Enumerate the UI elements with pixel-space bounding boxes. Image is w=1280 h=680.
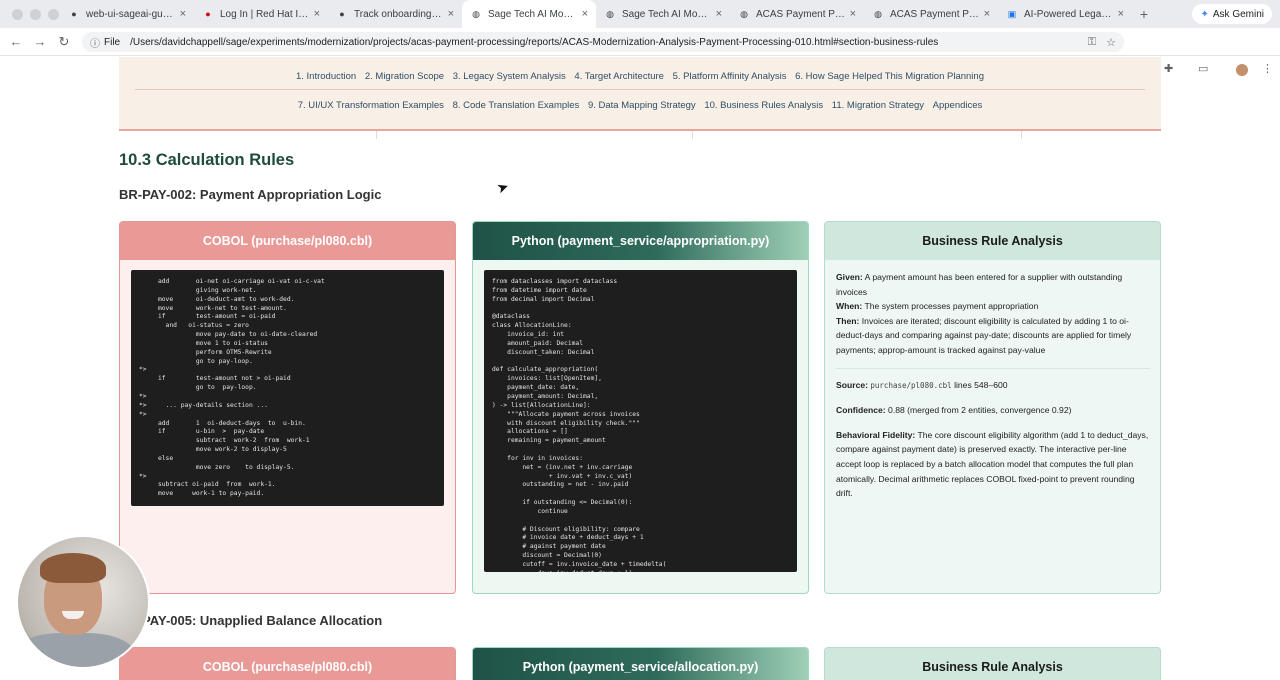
info-icon[interactable]: ⓘ <box>90 35 100 50</box>
globe-icon: ◍ <box>874 8 882 19</box>
cobol-card: COBOL (purchase/pl080.cbl) add oi-net oi… <box>119 221 456 594</box>
browser-tab[interactable]: ● web-ui-sageai-guy-de × <box>60 0 194 28</box>
browser-tab[interactable]: ◍ACAS Payment Proces× <box>864 0 998 28</box>
maximize-window-icon[interactable] <box>48 8 59 20</box>
browser-tab[interactable]: ● Track onboarding by h × <box>328 0 462 28</box>
close-tab-icon[interactable]: × <box>716 8 722 20</box>
redhat-icon: ● <box>205 9 211 19</box>
analysis-card: Business Rule Analysis Given: A payment … <box>824 221 1161 594</box>
browser-tab[interactable]: ▣ AI-Powered Legacy M × <box>998 0 1132 28</box>
section-nav: 1. Introduction 2. Migration Scope 3. Le… <box>119 57 1161 131</box>
page-content: 1. Introduction 2. Migration Scope 3. Le… <box>0 57 1280 680</box>
nav-link[interactable]: Appendices <box>933 100 983 111</box>
back-icon[interactable]: ← <box>4 34 28 49</box>
window-controls <box>0 8 60 20</box>
cobol-card: COBOL (purchase/pl080.cbl) <box>119 647 456 680</box>
rule-heading: BR-PAY-002: Payment Appropriation Logic <box>119 187 382 202</box>
globe-icon: ◍ <box>472 8 480 19</box>
browser-tab[interactable]: ◍Sage Tech AI Moderniz× <box>596 0 730 28</box>
nav-link[interactable]: 8. Code Translation Examples <box>453 100 580 111</box>
cobol-card-header: COBOL (purchase/pl080.cbl) <box>120 222 455 260</box>
analysis-card-header: Business Rule Analysis <box>825 648 1160 680</box>
close-tab-icon[interactable]: × <box>850 8 856 20</box>
ask-gemini-button[interactable]: ✦ Ask Gemini <box>1192 4 1272 24</box>
rule-heading: BR-PAY-005: Unapplied Balance Allocation <box>119 613 383 628</box>
nav-link[interactable]: 2. Migration Scope <box>365 71 444 82</box>
when-line: When: The system processes payment appro… <box>836 301 1039 312</box>
close-tab-icon[interactable]: × <box>582 8 588 20</box>
new-tab-button[interactable]: + <box>1132 6 1156 22</box>
table-divider <box>692 131 693 139</box>
nav-link[interactable]: 7. UI/UX Transformation Examples <box>298 100 444 111</box>
github-icon: ● <box>339 9 345 19</box>
analysis-card-header: Business Rule Analysis <box>825 222 1160 260</box>
globe-icon: ◍ <box>606 8 614 19</box>
close-window-icon[interactable] <box>12 8 23 20</box>
table-divider <box>1021 131 1022 139</box>
python-card-header: Python (payment_service/appropriation.py… <box>473 222 808 260</box>
cobol-code: add oi-net oi-carriage oi-vat oi-c-vat g… <box>139 278 325 498</box>
url-bar[interactable]: ⓘ File /Users/davidchappell/sage/experim… <box>82 32 1124 52</box>
nav-link[interactable]: 11. Migration Strategy <box>832 100 924 111</box>
fidelity-line: Behavioral Fidelity: The core discount e… <box>836 429 1149 499</box>
then-line: Then: Invoices are iterated; discount el… <box>836 315 1132 355</box>
browser-tab-bar: ● web-ui-sageai-guy-de × ● Log In | Red Hat… <box>0 0 1280 28</box>
section-nav-row-1: 1. Introduction 2. Migration Scope 3. Le… <box>119 71 1161 82</box>
password-key-icon[interactable]: ⚿ <box>1088 36 1096 49</box>
forward-icon[interactable]: → <box>28 34 52 49</box>
section-nav-row-2: 7. UI/UX Transformation Examples 8. Code… <box>119 100 1161 111</box>
nav-link[interactable]: 9. Data Mapping Strategy <box>588 100 696 111</box>
table-divider <box>376 131 377 139</box>
browser-tab[interactable]: ◍ACAS Payment Proces× <box>730 0 864 28</box>
globe-icon: ◍ <box>740 8 748 19</box>
python-card-header: Python (payment_service/allocation.py) <box>473 648 808 680</box>
given-line: Given: A payment amount has been entered… <box>836 272 1123 297</box>
github-icon: ● <box>71 9 77 19</box>
nav-link[interactable]: 4. Target Architecture <box>574 71 664 82</box>
confidence-line: Confidence: 0.88 (merged from 2 entities… <box>836 405 1072 416</box>
python-card: Python (payment_service/allocation.py) <box>472 647 809 680</box>
presenter-hair <box>40 553 106 583</box>
python-card: Python (payment_service/appropriation.py… <box>472 221 809 594</box>
url-text[interactable]: /Users/davidchappell/sage/experiments/mo… <box>130 37 1078 48</box>
close-tab-icon[interactable]: × <box>984 8 990 20</box>
webcam-overlay <box>16 535 150 669</box>
analysis-body: Given: A payment amount has been entered… <box>836 270 1150 511</box>
close-tab-icon[interactable]: × <box>1118 8 1124 20</box>
cobol-card-header: COBOL (purchase/pl080.cbl) <box>120 648 455 680</box>
section-heading: 10.3 Calculation Rules <box>119 151 295 169</box>
browser-tab[interactable]: ● Log In | Red Hat IDP × <box>194 0 328 28</box>
presenter-shirt <box>18 633 134 667</box>
close-tab-icon[interactable]: × <box>180 8 186 20</box>
minimize-window-icon[interactable] <box>30 8 41 20</box>
close-tab-icon[interactable]: × <box>314 8 320 20</box>
bookmark-star-icon[interactable]: ☆ <box>1106 36 1116 49</box>
nav-link[interactable]: 3. Legacy System Analysis <box>453 71 566 82</box>
analysis-card: Business Rule Analysis <box>824 647 1161 680</box>
address-bar-row: ← → ↻ ⓘ File /Users/davidchappell/sage/e… <box>0 28 1280 76</box>
analysis-divider <box>836 367 1150 369</box>
reload-icon[interactable]: ↻ <box>52 34 76 50</box>
doc-icon: ▣ <box>1007 8 1017 19</box>
nav-link[interactable]: 6. How Sage Helped This Migration Planni… <box>795 71 984 82</box>
cobol-code-block: add oi-net oi-carriage oi-vat oi-c-vat g… <box>131 270 444 506</box>
nav-link[interactable]: 10. Business Rules Analysis <box>704 100 823 111</box>
nav-link[interactable]: 5. Platform Affinity Analysis <box>673 71 787 82</box>
source-line: Source: purchase/pl080.cbl lines 548–600 <box>836 379 1008 390</box>
gemini-icon: ✦ <box>1200 8 1209 20</box>
nav-link[interactable]: 1. Introduction <box>296 71 356 82</box>
browser-tab-active[interactable]: ◍Sage Tech AI Moderniz× <box>462 0 596 28</box>
python-code-block[interactable]: from dataclasses import dataclass from d… <box>484 270 797 572</box>
nav-divider <box>135 89 1145 90</box>
close-tab-icon[interactable]: × <box>448 8 454 20</box>
python-code: from dataclasses import dataclass from d… <box>492 278 667 572</box>
